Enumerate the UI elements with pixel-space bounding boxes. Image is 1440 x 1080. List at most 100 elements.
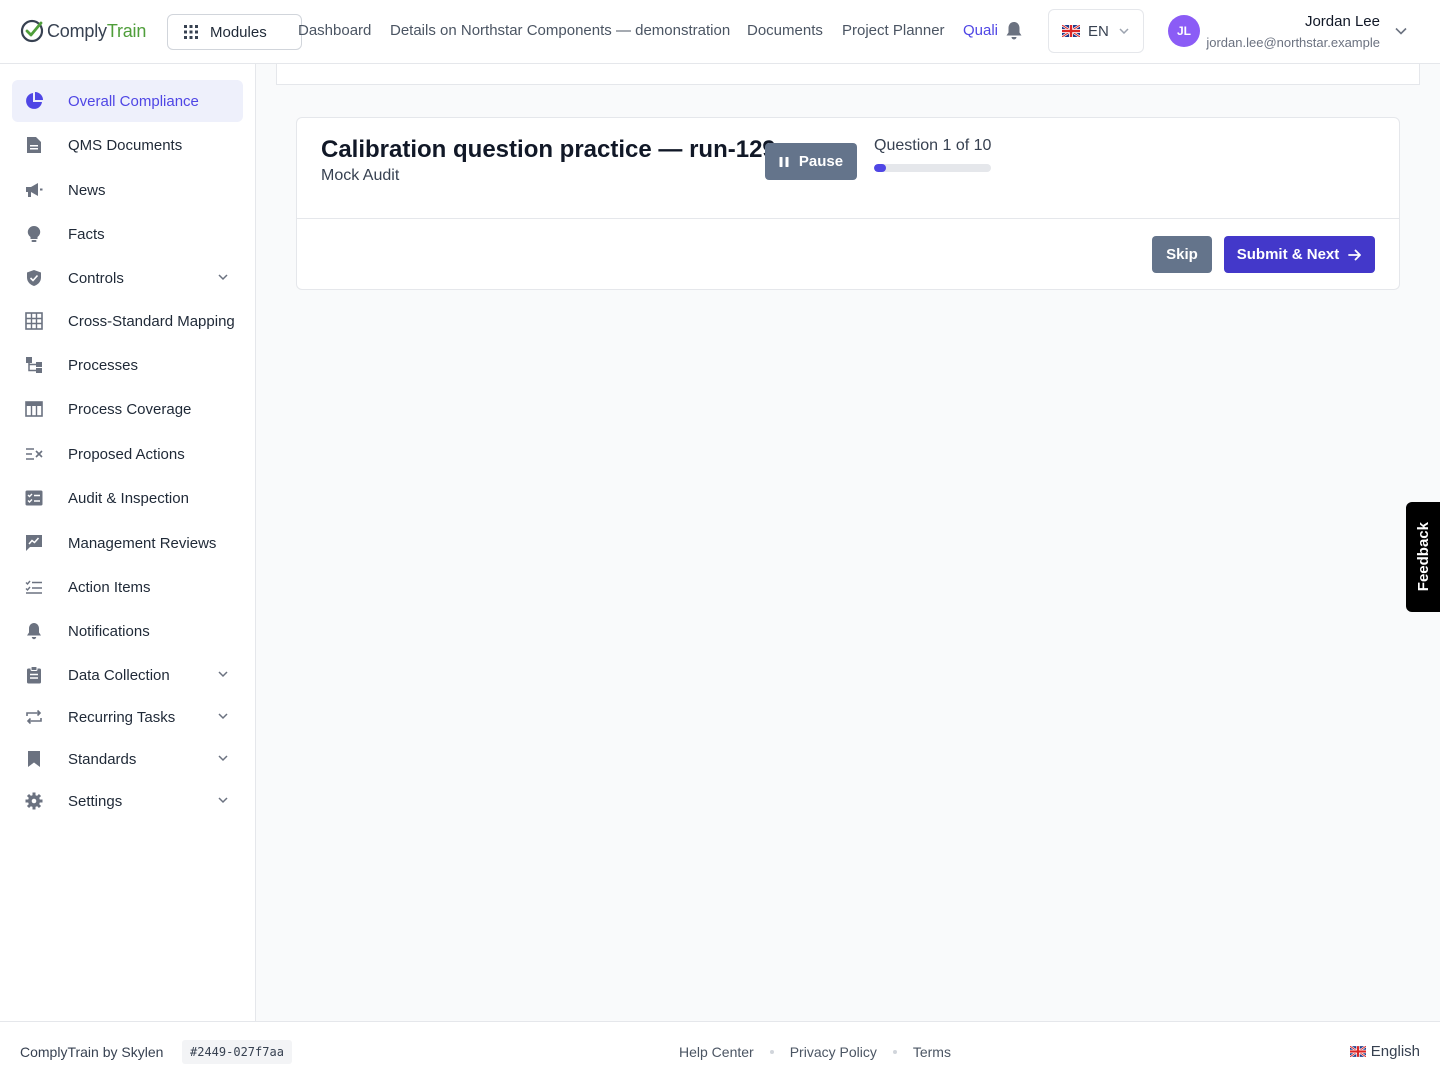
uk-flag-icon bbox=[1349, 1046, 1366, 1057]
sidebar-item-standards[interactable]: Standards bbox=[12, 738, 243, 780]
modules-button[interactable]: Modules bbox=[167, 14, 302, 50]
bell-icon bbox=[24, 621, 44, 641]
pause-label: Pause bbox=[798, 153, 844, 170]
nav-quali[interactable]: Quali bbox=[963, 22, 998, 39]
sidebar-item-data-collection[interactable]: Data Collection bbox=[12, 654, 243, 696]
megaphone-icon bbox=[24, 180, 44, 200]
user-menu-chevron-icon[interactable] bbox=[1394, 24, 1408, 38]
page-title: Calibration question practice — run-129 bbox=[321, 136, 776, 163]
sidebar-item-label: Management Reviews bbox=[68, 534, 217, 552]
page-header-strip bbox=[276, 64, 1420, 85]
chevron-down-icon bbox=[218, 797, 228, 804]
logo-text: ComplyTrain bbox=[47, 20, 147, 41]
separator-dot bbox=[769, 1050, 774, 1054]
sidebar-item-controls[interactable]: Controls bbox=[12, 257, 243, 299]
chevron-down-icon bbox=[218, 713, 228, 720]
sidebar-item-label: Cross-Standard Mapping bbox=[68, 312, 235, 330]
terms-link[interactable]: Terms bbox=[913, 1044, 951, 1060]
arrow-right-icon bbox=[1348, 249, 1362, 260]
top-nav: Dashboard Details on Northstar Component… bbox=[298, 0, 1018, 64]
notifications-bell-icon[interactable] bbox=[1005, 21, 1023, 41]
nav-project-planner[interactable]: Project Planner bbox=[842, 22, 945, 39]
sidebar-item-qms-documents[interactable]: QMS Documents bbox=[12, 124, 243, 166]
sidebar-item-label: Data Collection bbox=[68, 666, 170, 684]
review-icon bbox=[24, 533, 44, 553]
nav-documents[interactable]: Documents bbox=[747, 22, 823, 39]
sidebar-item-settings[interactable]: Settings bbox=[12, 780, 243, 822]
chevron-down-icon bbox=[218, 671, 228, 678]
sidebar-item-recurring-tasks[interactable]: Recurring Tasks bbox=[12, 696, 243, 738]
logo[interactable]: ComplyTrain bbox=[20, 18, 146, 44]
language-code: EN bbox=[1088, 22, 1109, 40]
user-email: jordan.lee@northstar.example bbox=[1206, 35, 1380, 50]
sidebar-item-label: Standards bbox=[68, 750, 137, 768]
shield-icon bbox=[24, 268, 44, 288]
sidebar-item-processes[interactable]: Processes bbox=[12, 344, 243, 386]
sidebar-item-label: Facts bbox=[68, 225, 105, 243]
submit-next-label: Submit & Next bbox=[1236, 246, 1340, 263]
sidebar-item-label: Notifications bbox=[68, 622, 150, 640]
document-icon bbox=[24, 135, 44, 155]
quiz-header-card: Calibration question practice — run-129 … bbox=[296, 117, 1400, 219]
sidebar-item-cross-standard-mapping[interactable]: Cross-Standard Mapping bbox=[12, 300, 243, 342]
nav-dashboard[interactable]: Dashboard bbox=[298, 22, 371, 39]
gear-icon bbox=[24, 791, 44, 811]
sidebar-item-label: Audit & Inspection bbox=[68, 489, 189, 507]
quiz-subtitle: Mock Audit bbox=[321, 167, 400, 184]
chevron-down-icon bbox=[218, 274, 228, 281]
footer-links: Help Center Privacy Policy Terms bbox=[679, 1044, 951, 1060]
sidebar: Overall Compliance QMS Documents News Fa… bbox=[0, 64, 256, 1021]
nav-project-details[interactable]: Details on Northstar Components — demons… bbox=[390, 22, 730, 39]
sidebar-item-audit-inspection[interactable]: Audit & Inspection bbox=[12, 477, 243, 519]
sidebar-item-label: Settings bbox=[68, 792, 123, 810]
avatar[interactable]: JL bbox=[1168, 15, 1200, 47]
checklist-icon bbox=[24, 488, 44, 508]
sidebar-item-proposed-actions[interactable]: Proposed Actions bbox=[12, 433, 243, 475]
sidebar-item-label: QMS Documents bbox=[68, 136, 183, 154]
pause-button[interactable]: Pause bbox=[765, 143, 857, 180]
separator-dot bbox=[892, 1050, 897, 1054]
top-bar: ComplyTrain Modules Dashboard Details on… bbox=[0, 0, 1440, 64]
quiz-progress-bar bbox=[874, 164, 991, 172]
sidebar-item-label: Process Coverage bbox=[68, 400, 192, 418]
feedback-tab[interactable]: Feedback bbox=[1406, 502, 1440, 612]
sidebar-item-management-reviews[interactable]: Management Reviews bbox=[12, 522, 243, 564]
bookmark-icon bbox=[24, 749, 44, 769]
footer-language-selector[interactable]: English bbox=[1349, 1043, 1420, 1060]
sidebar-item-label: Overall Compliance bbox=[68, 92, 199, 110]
sidebar-item-notifications[interactable]: Notifications bbox=[12, 610, 243, 652]
table-icon bbox=[24, 399, 44, 419]
pause-icon bbox=[779, 156, 789, 167]
logo-check-icon bbox=[20, 19, 44, 43]
privacy-policy-link[interactable]: Privacy Policy bbox=[790, 1044, 877, 1060]
skip-button[interactable]: Skip bbox=[1152, 236, 1212, 273]
sidebar-item-news[interactable]: News bbox=[12, 169, 243, 211]
sidebar-item-action-items[interactable]: Action Items bbox=[12, 566, 243, 608]
sidebar-item-label: Recurring Tasks bbox=[68, 708, 176, 726]
submit-next-button[interactable]: Submit & Next bbox=[1224, 236, 1375, 273]
grid-table-icon bbox=[24, 311, 44, 331]
chevron-down-icon bbox=[1119, 28, 1129, 34]
footer-brand: ComplyTrain by Skylen bbox=[20, 1044, 164, 1060]
feedback-label: Feedback bbox=[1414, 522, 1432, 592]
footer-language-label: English bbox=[1370, 1043, 1420, 1060]
help-center-link[interactable]: Help Center bbox=[679, 1044, 754, 1060]
sidebar-item-label: Processes bbox=[68, 356, 139, 374]
question-counter: Question 1 of 10 bbox=[874, 137, 992, 154]
list-x-icon bbox=[24, 444, 44, 464]
flow-icon bbox=[24, 355, 44, 375]
build-badge: #2449-027f7aa bbox=[182, 1040, 292, 1064]
uk-flag-icon bbox=[1062, 25, 1080, 37]
apps-grid-icon bbox=[184, 25, 198, 39]
sidebar-item-facts[interactable]: Facts bbox=[12, 213, 243, 255]
sidebar-item-overall-compliance[interactable]: Overall Compliance bbox=[12, 80, 243, 122]
sidebar-item-label: News bbox=[68, 181, 106, 199]
list-check-icon bbox=[24, 577, 44, 597]
quiz-actions-card: Skip Submit & Next bbox=[296, 219, 1400, 290]
main-content: Calibration question practice — run-129 … bbox=[256, 64, 1440, 1021]
language-selector[interactable]: EN bbox=[1048, 9, 1144, 53]
quiz-progress-fill bbox=[874, 164, 886, 172]
sidebar-item-label: Controls bbox=[68, 269, 124, 287]
sidebar-item-process-coverage[interactable]: Process Coverage bbox=[12, 388, 243, 430]
repeat-icon bbox=[24, 707, 44, 727]
